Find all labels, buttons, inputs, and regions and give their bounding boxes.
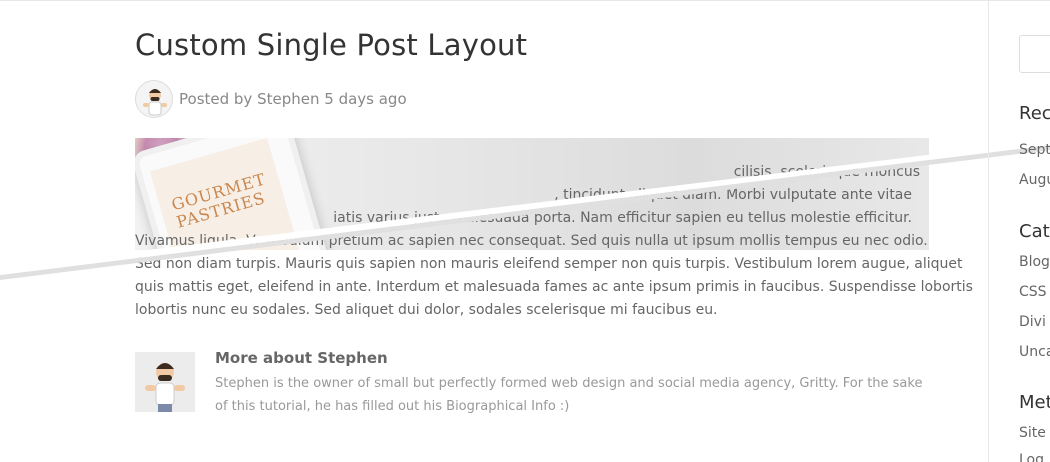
body-line: iatis varius justo malesuada porta. Nam … xyxy=(333,210,912,226)
body-line: Sed non diam turpis. Mauris quis sapien … xyxy=(135,256,963,272)
author-link[interactable]: Stephen xyxy=(257,90,319,108)
author-box-heading: More about Stephen xyxy=(215,349,388,367)
category-item[interactable]: Unca xyxy=(1019,344,1050,360)
categories-title: Cate xyxy=(1019,221,1050,242)
category-item[interactable]: Blog xyxy=(1019,254,1050,270)
meta-item[interactable]: Log xyxy=(1019,452,1044,462)
search-input[interactable] xyxy=(1019,35,1050,73)
author-box: More about Stephen Stephen is the owner … xyxy=(135,349,930,422)
avatar-illustration-icon xyxy=(143,89,167,116)
author-illustration-icon xyxy=(135,352,195,412)
author-bio: Stephen is the owner of small but perfec… xyxy=(215,376,923,414)
meta-item[interactable]: Site xyxy=(1019,425,1046,441)
sidebar: Rec Septe Augu Cate Blog CSS Divi Unca M… xyxy=(1019,0,1050,462)
recent-post-item[interactable]: Septe xyxy=(1019,142,1050,158)
body-line: lobortis nunc eu sodales. Sed aliquet du… xyxy=(135,302,718,318)
sidebar-divider xyxy=(988,0,989,462)
author-avatar[interactable] xyxy=(135,80,173,118)
author-photo[interactable] xyxy=(135,352,195,412)
body-line: , tincidunt aliquet diam. Morbi vulputat… xyxy=(554,187,912,203)
recent-posts-title: Rec xyxy=(1019,103,1050,124)
post-date: 5 days ago xyxy=(319,90,407,108)
meta-title: Met xyxy=(1019,392,1050,413)
post-meta: Posted by Stephen 5 days ago xyxy=(135,80,407,118)
post-body: cilisis, scelerisque rhoncus , tincidunt… xyxy=(135,161,973,322)
post-content: Custom Single Post Layout Posted by Step… xyxy=(135,0,973,462)
recent-post-item[interactable]: Augu xyxy=(1019,172,1050,188)
category-item[interactable]: Divi xyxy=(1019,314,1046,330)
category-item[interactable]: CSS xyxy=(1019,284,1047,300)
post-title: Custom Single Post Layout xyxy=(135,28,528,62)
body-line: quis mattis eget, eleifend in ante. Inte… xyxy=(135,279,973,295)
body-line: Vivamus ligula. Vestibulum pretium ac sa… xyxy=(135,233,928,249)
meta-prefix: Posted by xyxy=(179,90,258,108)
post-meta-text: Posted by Stephen 5 days ago xyxy=(179,90,407,108)
body-line: cilisis, scelerisque rhoncus xyxy=(733,164,920,180)
